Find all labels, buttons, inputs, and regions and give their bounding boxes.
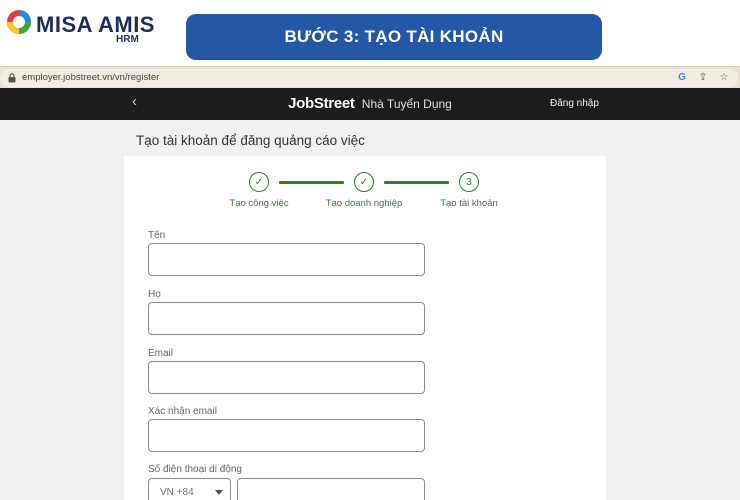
site-header: ‹ JobStreet Nhà Tuyển Dụng Đăng nhập	[0, 88, 740, 120]
browser-actions: G ⇪ ☆	[676, 72, 730, 83]
country-code-select[interactable]: VN +84	[148, 478, 231, 500]
brand-subtitle: Nhà Tuyển Dụng	[361, 97, 452, 111]
step-connector	[384, 181, 449, 184]
lock-icon[interactable]	[8, 73, 16, 83]
progress-stepper: ✓ ✓ 3 Tạo công việc Tạo doanh nghiệp Tạo…	[124, 172, 606, 212]
google-icon[interactable]: G	[676, 72, 688, 83]
step-label-create-company: Tạo doanh nghiệp	[325, 198, 403, 209]
email-confirm-input[interactable]	[148, 419, 425, 452]
brand-main: JobStreet	[288, 95, 355, 112]
step-2-check-icon: ✓	[354, 172, 374, 192]
country-code-value: VN +84	[160, 487, 194, 498]
first-name-label: Tên	[148, 230, 166, 241]
step-label-create-job: Tạo công việc	[229, 198, 289, 209]
first-name-input[interactable]	[148, 243, 425, 276]
step-title: BƯỚC 3: TẠO TÀI KHOẢN	[186, 14, 602, 60]
phone-input[interactable]	[237, 478, 425, 500]
share-icon[interactable]: ⇪	[697, 72, 709, 83]
step-1-check-icon: ✓	[249, 172, 269, 192]
email-input[interactable]	[148, 361, 425, 394]
last-name-input[interactable]	[148, 302, 425, 335]
jobstreet-logo[interactable]: JobStreet Nhà Tuyển Dụng	[0, 95, 740, 112]
register-page: Tạo tài khoản để đăng quảng cáo việc ✓ ✓…	[0, 120, 740, 500]
brand-sub: HRM	[116, 34, 139, 45]
caret-down-icon	[215, 490, 223, 495]
step-3-number: 3	[459, 172, 479, 192]
url-text[interactable]: employer.jobstreet.vn/vn/register	[22, 72, 159, 83]
url-box[interactable]: employer.jobstreet.vn/vn/register G ⇪ ☆	[0, 69, 738, 87]
star-icon[interactable]: ☆	[718, 72, 730, 83]
page-title: Tạo tài khoản để đăng quảng cáo việc	[136, 133, 365, 148]
last-name-label: Họ	[148, 289, 161, 300]
misa-amis-logo: MISA AMIS HRM	[6, 6, 156, 46]
email-confirm-label: Xác nhận email	[148, 406, 217, 417]
login-link[interactable]: Đăng nhập	[550, 98, 599, 109]
register-card: ✓ ✓ 3 Tạo công việc Tạo doanh nghiệp Tạo…	[124, 156, 606, 500]
tutorial-banner: MISA AMIS HRM BƯỚC 3: TẠO TÀI KHOẢN	[0, 0, 740, 66]
step-label-create-account: Tạo tài khoản	[440, 198, 498, 209]
misa-logo-icon	[7, 10, 31, 34]
email-label: Email	[148, 348, 174, 359]
phone-label: Số điện thoại di động	[148, 464, 242, 475]
step-connector	[279, 181, 344, 184]
browser-address-bar: employer.jobstreet.vn/vn/register G ⇪ ☆	[0, 66, 740, 88]
